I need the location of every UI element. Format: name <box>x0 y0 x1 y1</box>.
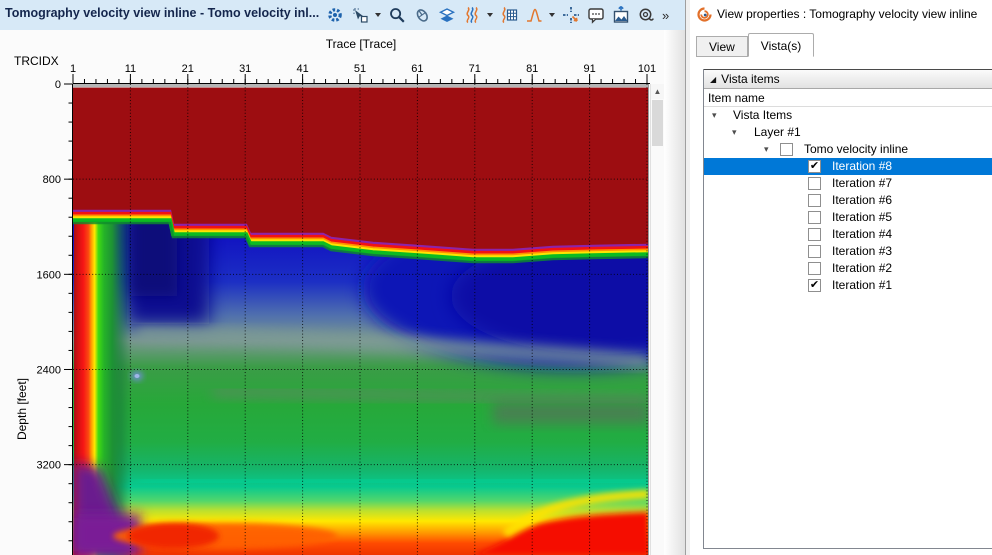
plot-vertical-scrollbar[interactable]: ▲ <box>650 84 664 555</box>
comment-icon[interactable] <box>585 4 606 26</box>
wiggle-display-dropdown[interactable] <box>487 13 493 17</box>
settings-gear-icon[interactable] <box>324 4 345 26</box>
expander-icon[interactable]: ▾ <box>712 107 717 124</box>
export-image-icon[interactable] <box>610 4 631 26</box>
svg-text:11: 11 <box>125 63 136 75</box>
svg-text:91: 91 <box>583 63 595 75</box>
item-label: Iteration #6 <box>832 192 892 209</box>
view-toolbar: Tomography velocity view inline - Tomo v… <box>0 0 685 30</box>
item-name-column-header[interactable]: Item name <box>704 89 992 107</box>
toolbar-overflow-button[interactable]: » <box>662 8 669 23</box>
histogram-dropdown[interactable] <box>549 13 555 17</box>
tab-view[interactable]: View <box>696 36 748 57</box>
item-label: Iteration #3 <box>832 243 892 260</box>
svg-text:800: 800 <box>43 174 61 186</box>
svg-text:3200: 3200 <box>37 460 61 472</box>
histogram-icon[interactable] <box>523 4 544 26</box>
zoom-magnifier-icon[interactable] <box>386 4 407 26</box>
item-label: Iteration #1 <box>832 277 892 294</box>
vista-items-header[interactable]: ◢ Vista items <box>704 69 992 89</box>
svg-text:1: 1 <box>70 63 76 75</box>
item-label: Iteration #8 <box>832 158 892 175</box>
svg-text:71: 71 <box>469 63 481 75</box>
collapse-marker-icon: ◢ <box>710 75 716 84</box>
tree-item-iteration-4[interactable]: Iteration #4 <box>704 226 992 243</box>
tree-item-tomo-velocity-inline[interactable]: ▾ Tomo velocity inline <box>704 141 992 158</box>
item-label: Iteration #2 <box>832 260 892 277</box>
svg-text:81: 81 <box>526 63 538 75</box>
item-checkbox[interactable] <box>808 194 821 207</box>
app-window: Tomography velocity view inline - Tomo v… <box>0 0 992 555</box>
tree-item-vista-items[interactable]: ▾ Vista Items <box>704 107 992 124</box>
x-axis-title: Trace [Trace] <box>73 37 649 51</box>
tab-vistas[interactable]: Vista(s) <box>748 33 814 57</box>
vista-items-group: ◢ Vista items Item name ▾Vista Items▾Lay… <box>703 69 992 549</box>
wiggle-display-icon[interactable] <box>461 4 482 26</box>
panel-header: View properties : Tomography velocity vi… <box>690 0 992 28</box>
svg-text:41: 41 <box>296 63 308 75</box>
x-axis-ruler: 1112131415161718191101 <box>73 60 663 84</box>
item-label: Iteration #7 <box>832 175 892 192</box>
window-gutter <box>664 30 685 555</box>
svg-text:21: 21 <box>182 63 194 75</box>
item-label: Layer #1 <box>754 124 801 141</box>
vista-logo-icon <box>697 7 712 25</box>
zoom-annotation-icon[interactable] <box>635 4 656 26</box>
svg-text:51: 51 <box>354 63 366 75</box>
item-checkbox[interactable] <box>808 177 821 190</box>
item-label: Tomo velocity inline <box>804 141 908 158</box>
view-properties-panel: View properties : Tomography velocity vi… <box>690 0 992 555</box>
select-region-icon[interactable] <box>349 4 370 26</box>
svg-text:1600: 1600 <box>37 269 61 281</box>
svg-text:31: 31 <box>239 63 251 75</box>
view-title: Tomography velocity view inline - Tomo v… <box>5 6 320 20</box>
tree-item-iteration-8[interactable]: ✔ Iteration #8 <box>704 158 992 175</box>
svg-text:101: 101 <box>638 63 656 75</box>
trace-index-label: TRCIDX <box>14 54 59 68</box>
mouse-mode-icon[interactable] <box>411 4 432 26</box>
item-label: Iteration #4 <box>832 226 892 243</box>
panel-tabs: View Vista(s) <box>696 33 814 57</box>
toolbar-icons: » <box>324 0 681 30</box>
tree-item-iteration-7[interactable]: Iteration #7 <box>704 175 992 192</box>
item-label: Vista Items <box>733 107 792 124</box>
track-crosshair-icon[interactable] <box>560 4 581 26</box>
svg-text:2400: 2400 <box>37 364 61 376</box>
tree-item-iteration-6[interactable]: Iteration #6 <box>704 192 992 209</box>
tree-item-iteration-3[interactable]: Iteration #3 <box>704 243 992 260</box>
layers-icon[interactable] <box>436 4 457 26</box>
tree-item-iteration-5[interactable]: Iteration #5 <box>704 209 992 226</box>
wiggle-table-icon[interactable] <box>498 4 519 26</box>
expander-icon[interactable]: ▾ <box>764 141 769 158</box>
scrollbar-thumb[interactable] <box>652 100 663 146</box>
item-checkbox[interactable]: ✔ <box>808 160 821 173</box>
vista-items-label: Vista items <box>721 72 779 86</box>
svg-text:61: 61 <box>411 63 423 75</box>
item-checkbox[interactable] <box>808 211 821 224</box>
item-checkbox[interactable]: ✔ <box>808 279 821 292</box>
velocity-heatmap[interactable] <box>73 84 649 555</box>
expander-icon[interactable]: ▾ <box>732 124 737 141</box>
item-label: Iteration #5 <box>832 209 892 226</box>
scroll-up-button[interactable]: ▲ <box>651 84 664 99</box>
select-region-dropdown[interactable] <box>375 13 381 17</box>
item-checkbox[interactable] <box>808 228 821 241</box>
tree-item-layer-1[interactable]: ▾ Layer #1 <box>704 124 992 141</box>
velocity-view-window: Tomography velocity view inline - Tomo v… <box>0 0 685 555</box>
y-axis-ruler: 08001600240032004000 <box>28 84 73 555</box>
item-checkbox[interactable] <box>808 262 821 275</box>
panel-title: View properties : Tomography velocity vi… <box>717 7 977 21</box>
item-checkbox[interactable] <box>808 245 821 258</box>
tree-item-iteration-1[interactable]: ✔ Iteration #1 <box>704 277 992 294</box>
vista-items-tree: ▾Vista Items▾Layer #1▾Tomo velocity inli… <box>704 107 992 294</box>
tree-item-iteration-2[interactable]: Iteration #2 <box>704 260 992 277</box>
svg-text:0: 0 <box>55 79 61 91</box>
item-checkbox[interactable] <box>780 143 793 156</box>
y-axis-title: Depth [feet] <box>15 345 29 473</box>
